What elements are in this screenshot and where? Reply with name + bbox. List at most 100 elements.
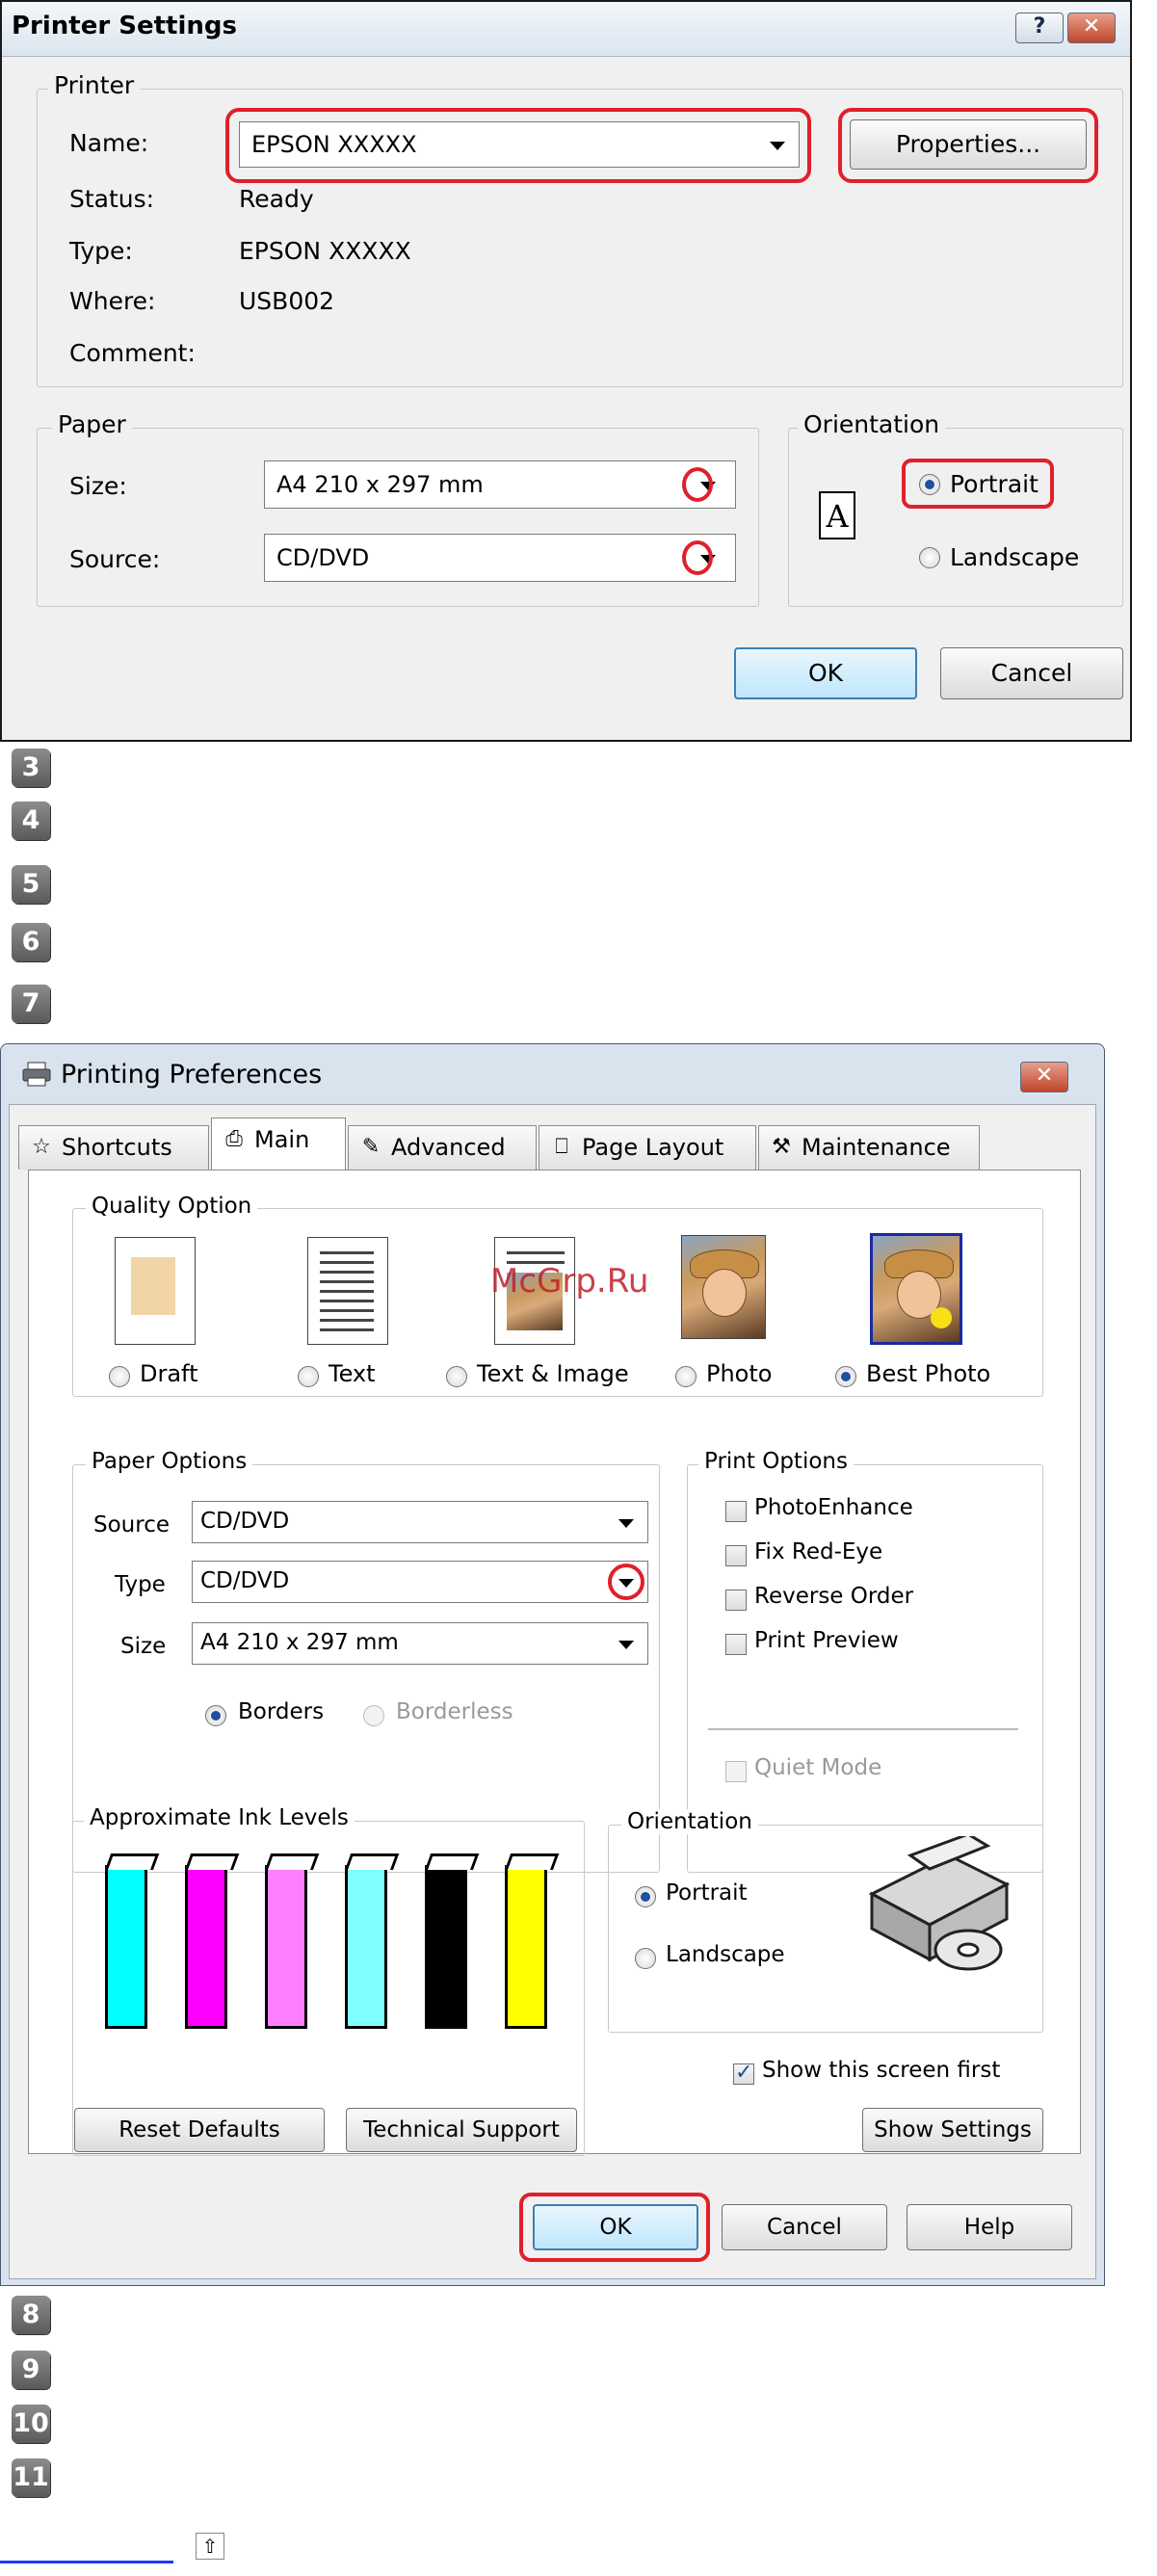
size-select[interactable]: A4 210 x 297 mm bbox=[192, 1622, 648, 1665]
size-label: Size: bbox=[69, 472, 127, 500]
name-value: EPSON XXXXX bbox=[251, 131, 417, 158]
chevron-down-icon bbox=[770, 142, 785, 150]
source-select[interactable]: CD/DVD bbox=[192, 1501, 648, 1543]
step-badge: 6 bbox=[12, 923, 50, 961]
maintenance-icon: ⚒ bbox=[772, 1135, 791, 1159]
watermark: McGrp.Ru bbox=[490, 1262, 649, 1301]
quiet-mode-checkbox[interactable] bbox=[725, 1761, 747, 1782]
reverse-order-label: Reverse Order bbox=[754, 1584, 914, 1609]
show-first-label: Show this screen first bbox=[762, 2058, 1001, 2083]
print-options-label: Print Options bbox=[698, 1449, 854, 1474]
paper-options-label: Paper Options bbox=[86, 1449, 253, 1474]
orientation-group-label: Orientation bbox=[621, 1809, 758, 1834]
quality-group-label: Quality Option bbox=[86, 1194, 258, 1219]
paper-group-label: Paper bbox=[52, 410, 132, 438]
photo-label: Photo bbox=[706, 1360, 773, 1387]
ink-cartridge bbox=[105, 1865, 147, 2029]
type-select[interactable]: CD/DVD bbox=[192, 1561, 648, 1603]
ink-cartridge bbox=[425, 1865, 467, 2029]
reverse-order-checkbox[interactable] bbox=[725, 1590, 747, 1611]
page-link[interactable] bbox=[0, 2561, 173, 2563]
landscape-label: Landscape bbox=[666, 1942, 785, 1967]
print-preview-label: Print Preview bbox=[754, 1628, 899, 1653]
chevron-down-icon bbox=[618, 1519, 634, 1528]
help-button[interactable]: ? bbox=[1015, 13, 1064, 43]
landscape-label: Landscape bbox=[950, 543, 1080, 571]
show-settings-button[interactable]: Show Settings bbox=[862, 2108, 1043, 2152]
borders-radio[interactable] bbox=[205, 1705, 226, 1726]
fix-red-eye-checkbox[interactable] bbox=[725, 1545, 747, 1566]
dialog-title: Printer Settings bbox=[12, 12, 237, 40]
portrait-radio[interactable] bbox=[919, 474, 940, 495]
best-photo-radio[interactable] bbox=[835, 1366, 856, 1387]
printing-preferences-dialog: Printing Preferences ✕ ☆ Shortcuts ⎙ Main … bbox=[0, 1043, 1105, 2286]
draft-radio[interactable] bbox=[109, 1366, 130, 1387]
source-value: CD/DVD bbox=[276, 544, 370, 571]
landscape-radio[interactable] bbox=[919, 547, 940, 568]
borderless-radio[interactable] bbox=[363, 1705, 384, 1726]
ink-cartridge bbox=[265, 1865, 307, 2029]
portrait-radio[interactable] bbox=[635, 1886, 656, 1907]
step-badge: 5 bbox=[12, 865, 50, 904]
type-value: EPSON XXXXX bbox=[239, 237, 411, 265]
text-image-radio[interactable] bbox=[446, 1366, 467, 1387]
draft-icon bbox=[115, 1237, 196, 1345]
close-button[interactable]: ✕ bbox=[1020, 1062, 1068, 1092]
tab-page-layout[interactable]: ⎕ Page Layout bbox=[539, 1125, 756, 1170]
print-preview-checkbox[interactable] bbox=[725, 1634, 747, 1655]
back-to-top-icon[interactable]: ⇧ bbox=[196, 2533, 224, 2560]
printer-icon: ⎙ bbox=[225, 1127, 243, 1151]
status-value: Ready bbox=[239, 185, 314, 213]
portrait-label: Portrait bbox=[666, 1880, 748, 1906]
name-select[interactable]: EPSON XXXXX bbox=[239, 121, 800, 168]
chevron-down-icon bbox=[618, 1641, 634, 1649]
ink-levels-label: Approximate Ink Levels bbox=[84, 1805, 355, 1830]
tab-label: Maintenance bbox=[802, 1134, 951, 1161]
size-select[interactable]: A4 210 x 297 mm bbox=[264, 460, 736, 509]
portrait-label: Portrait bbox=[950, 470, 1039, 498]
step-badge: 4 bbox=[12, 802, 50, 840]
source-label: Source: bbox=[69, 545, 161, 573]
size-label: Size bbox=[120, 1634, 167, 1659]
where-value: USB002 bbox=[239, 287, 335, 315]
cancel-button[interactable]: Cancel bbox=[722, 2204, 887, 2250]
technical-support-button[interactable]: Technical Support bbox=[346, 2108, 577, 2152]
tab-main[interactable]: ⎙ Main bbox=[211, 1117, 346, 1170]
ink-cartridge bbox=[505, 1865, 547, 2029]
photoenhance-checkbox[interactable] bbox=[725, 1501, 747, 1522]
text-icon bbox=[307, 1237, 388, 1345]
properties-button[interactable]: Properties... bbox=[850, 119, 1087, 170]
dialog-title: Printing Preferences bbox=[61, 1060, 323, 1090]
size-value: A4 210 x 297 mm bbox=[276, 471, 484, 498]
source-label: Source bbox=[93, 1512, 170, 1538]
step-badge: 9 bbox=[12, 2351, 50, 2389]
divider bbox=[708, 1728, 1018, 1730]
portrait-page-icon: A bbox=[819, 491, 855, 539]
tab-maintenance[interactable]: ⚒ Maintenance bbox=[758, 1125, 980, 1170]
ink-cartridge bbox=[345, 1865, 387, 2029]
tab-label: Advanced bbox=[391, 1134, 506, 1161]
photo-radio[interactable] bbox=[675, 1366, 697, 1387]
where-label: Where: bbox=[69, 287, 156, 315]
cancel-button[interactable]: Cancel bbox=[940, 647, 1123, 699]
ok-button[interactable]: OK bbox=[734, 647, 917, 699]
help-button[interactable]: Help bbox=[907, 2204, 1072, 2250]
step-badge: 10 bbox=[12, 2405, 50, 2443]
reset-defaults-button[interactable]: Reset Defaults bbox=[74, 2108, 325, 2152]
landscape-radio[interactable] bbox=[635, 1948, 656, 1969]
photo-icon bbox=[681, 1235, 766, 1339]
source-select[interactable]: CD/DVD bbox=[264, 534, 736, 582]
tab-advanced[interactable]: ✎ Advanced bbox=[348, 1125, 537, 1170]
type-label: Type bbox=[115, 1572, 166, 1597]
ok-button[interactable]: OK bbox=[533, 2204, 698, 2250]
title-bar: Printer Settings ? ✕ bbox=[2, 2, 1130, 57]
text-radio[interactable] bbox=[298, 1366, 319, 1387]
show-first-checkbox[interactable] bbox=[733, 2061, 754, 2085]
close-button[interactable]: ✕ bbox=[1067, 13, 1116, 43]
cd-printer-icon bbox=[853, 1832, 1016, 1981]
orientation-group-label: Orientation bbox=[798, 410, 946, 438]
tab-shortcuts[interactable]: ☆ Shortcuts bbox=[18, 1125, 209, 1170]
tab-label: Page Layout bbox=[582, 1134, 724, 1161]
text-image-label: Text & Image bbox=[477, 1360, 629, 1387]
text-label: Text bbox=[329, 1360, 376, 1387]
